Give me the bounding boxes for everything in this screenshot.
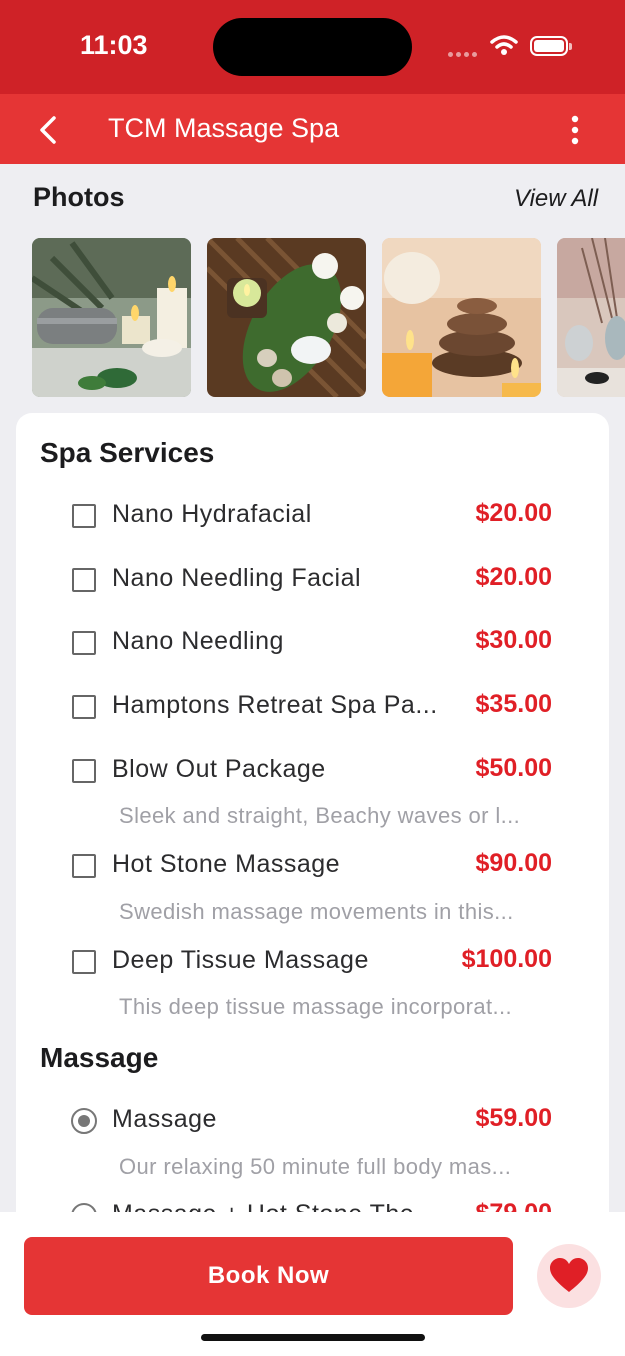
massage-section-title: Massage [40,1042,159,1073]
battery-icon [530,36,572,56]
service-description: Our relaxing 50 minute full body mas... [119,1154,512,1179]
status-bar: 11:03 [0,0,625,94]
service-name: Deep Tissue Massage [112,946,369,974]
wifi-icon [490,35,518,55]
checkbox[interactable] [72,854,96,878]
chevron-left-icon[interactable] [30,112,66,148]
service-price: $20.00 [475,563,552,591]
photo-thumbnail[interactable] [32,238,191,397]
home-indicator [201,1334,425,1341]
checkbox[interactable] [72,504,96,528]
favorite-button[interactable] [537,1244,601,1308]
service-row[interactable]: Nano Needling $30.00 [16,618,609,668]
service-name: Blow Out Package [112,755,326,783]
bottom-action-bar: Book Now [0,1212,625,1356]
spa-services-title: Spa Services [40,437,215,468]
service-price: $30.00 [475,626,552,654]
service-name: Hamptons Retreat Spa Pa... [112,691,438,719]
book-now-button[interactable]: Book Now [24,1237,513,1315]
service-row[interactable]: Nano Needling Facial $20.00 [16,555,609,605]
service-price: $20.00 [475,499,552,527]
service-row[interactable]: Hot Stone Massage $90.00 [16,841,609,891]
service-row[interactable]: Massage $59.00 [16,1096,609,1146]
services-card: Spa Services Nano Hydrafacial $20.00 Nan… [16,413,609,1253]
photos-section-title: Photos [33,182,125,212]
photo-thumbnail[interactable] [382,238,541,397]
service-price: $100.00 [461,945,552,973]
checkbox[interactable] [72,568,96,592]
more-vertical-icon[interactable] [560,112,590,148]
photo-thumbnail[interactable] [557,238,625,397]
navigation-bar: TCM Massage Spa [0,94,625,164]
service-description: This deep tissue massage incorporat... [119,994,513,1019]
service-name: Hot Stone Massage [112,850,341,878]
service-price: $59.00 [475,1104,552,1132]
service-name: Massage [112,1105,217,1133]
service-price: $35.00 [475,690,552,718]
page-title: TCM Massage Spa [108,113,340,143]
service-row[interactable]: Hamptons Retreat Spa Pa... $35.00 [16,682,609,732]
service-name: Nano Needling Facial [112,564,362,592]
service-price: $90.00 [475,849,552,877]
status-time: 11:03 [80,30,148,60]
photo-thumbnail[interactable] [207,238,366,397]
service-description: Swedish massage movements in this... [119,899,514,924]
checkbox[interactable] [72,950,96,974]
radio-selected[interactable] [71,1108,97,1134]
checkbox[interactable] [72,695,96,719]
service-row[interactable]: Nano Hydrafacial $20.00 [16,491,609,541]
service-name: Nano Needling [112,627,284,655]
service-name: Nano Hydrafacial [112,500,312,528]
heart-icon [550,1258,588,1292]
service-price: $50.00 [475,754,552,782]
cellular-signal-icon [448,44,480,57]
view-all-link[interactable]: View All [514,185,598,213]
checkbox[interactable] [72,759,96,783]
service-description: Sleek and straight, Beachy waves or l... [119,803,521,828]
service-row[interactable]: Deep Tissue Massage $100.00 [16,937,609,987]
service-row[interactable]: Blow Out Package $50.00 [16,746,609,796]
checkbox[interactable] [72,631,96,655]
dynamic-island [213,18,412,76]
